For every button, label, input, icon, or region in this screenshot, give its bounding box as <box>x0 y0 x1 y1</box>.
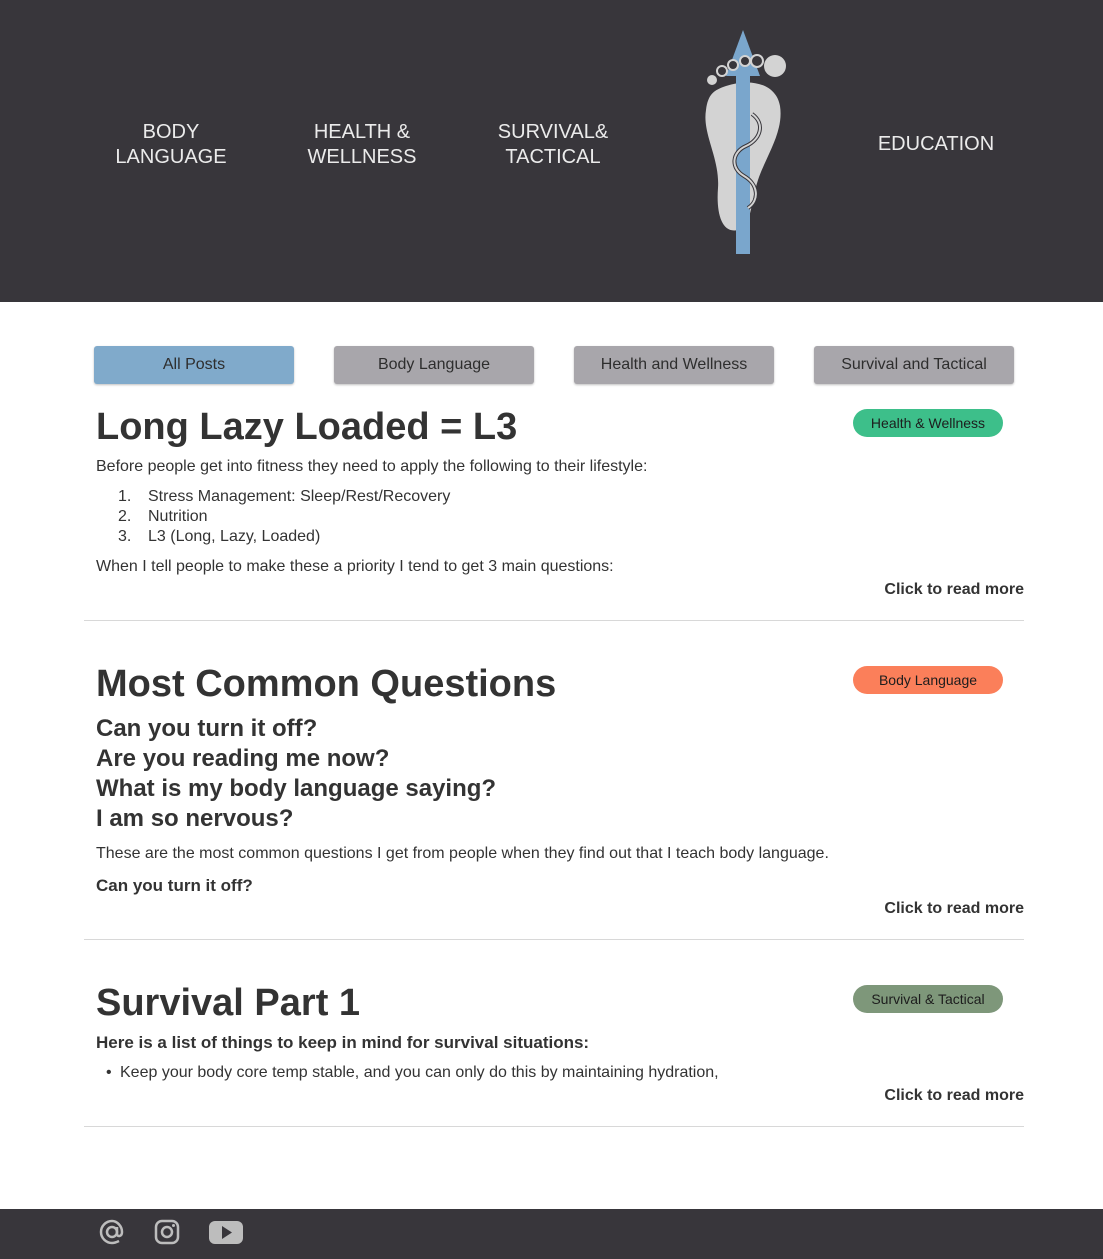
question-list: Can you turn it off? Are you reading me … <box>96 714 496 834</box>
question-heading: I am so nervous? <box>96 805 294 832</box>
read-more-link[interactable]: Click to read more <box>884 1087 1024 1105</box>
instagram-icon[interactable] <box>152 1217 182 1247</box>
post-excerpt: When I tell people to make these a prior… <box>96 558 614 575</box>
list-item: 1. Stress Management: Sleep/Rest/Recovery <box>118 488 451 505</box>
site-header: BODY LANGUAGE HEALTH & WELLNESS SURVIVAL… <box>0 0 1103 302</box>
filter-health-wellness-button[interactable]: Health and Wellness <box>574 346 774 384</box>
post-excerpt: Before people get into fitness they need… <box>96 458 648 475</box>
numbered-list: 1. Stress Management: Sleep/Rest/Recovery… <box>116 487 450 547</box>
list-item: 2. Nutrition <box>118 508 208 525</box>
list-item: 3. L3 (Long, Lazy, Loaded) <box>118 528 321 545</box>
nav-survival-tactical[interactable]: SURVIVAL& TACTICAL <box>478 120 628 170</box>
at-icon[interactable] <box>96 1217 128 1247</box>
question-heading: Are you reading me now? <box>96 745 390 772</box>
post-subheading: Can you turn it off? <box>96 876 253 895</box>
category-tag[interactable]: Health & Wellness <box>853 409 1003 437</box>
read-more-link[interactable]: Click to read more <box>884 581 1024 599</box>
category-tag[interactable]: Survival & Tactical <box>853 985 1003 1013</box>
footprint-caduceus-logo[interactable] <box>696 28 792 258</box>
bullet-item: Keep your body core temp stable, and you… <box>106 1063 719 1083</box>
post-title[interactable]: Most Common Questions <box>96 662 556 706</box>
post-card: Most Common Questions Body Language Can … <box>84 657 1024 940</box>
post-title[interactable]: Long Lazy Loaded = L3 <box>96 405 517 449</box>
question-heading: Can you turn it off? <box>96 715 318 742</box>
filter-all-posts-button[interactable]: All Posts <box>94 346 294 384</box>
read-more-link[interactable]: Click to read more <box>884 900 1024 918</box>
filter-survival-tactical-button[interactable]: Survival and Tactical <box>814 346 1014 384</box>
site-footer <box>0 1209 1103 1259</box>
post-card: Survival Part 1 Survival & Tactical Here… <box>84 976 1024 1127</box>
nav-body-language[interactable]: BODY LANGUAGE <box>96 120 246 170</box>
question-heading: What is my body language saying? <box>96 775 497 802</box>
filter-body-language-button[interactable]: Body Language <box>334 346 534 384</box>
youtube-icon[interactable] <box>206 1217 246 1247</box>
nav-education[interactable]: EDUCATION <box>861 132 1011 157</box>
category-tag[interactable]: Body Language <box>853 666 1003 694</box>
post-subheading: Here is a list of things to keep in mind… <box>96 1033 590 1052</box>
post-card: Long Lazy Loaded = L3 Health & Wellness … <box>84 400 1024 621</box>
nav-health-wellness[interactable]: HEALTH & WELLNESS <box>287 120 437 170</box>
post-excerpt: These are the most common questions I ge… <box>96 845 829 862</box>
post-title[interactable]: Survival Part 1 <box>96 981 360 1025</box>
